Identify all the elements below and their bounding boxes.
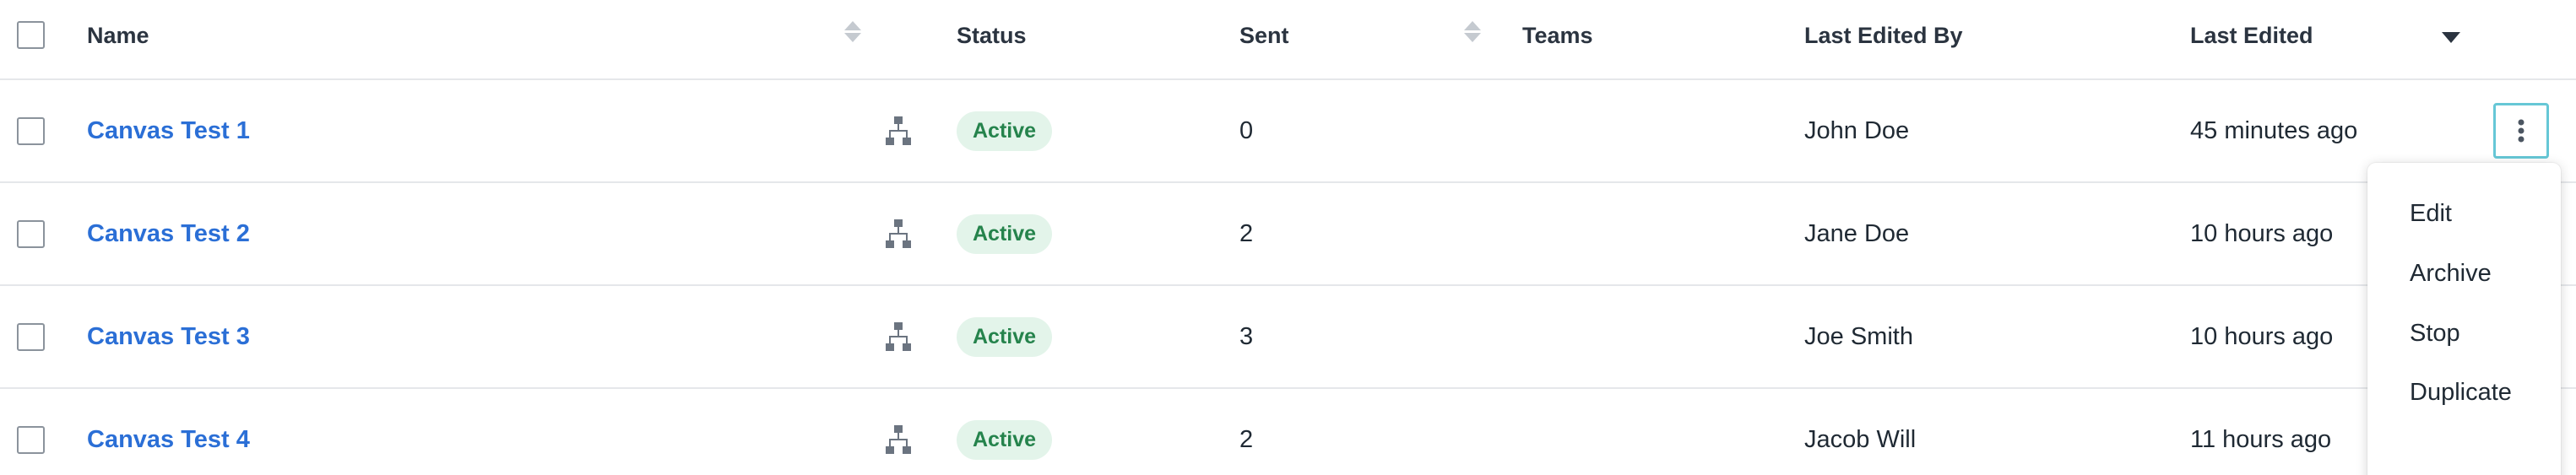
row-checkbox[interactable] — [17, 116, 45, 145]
header-teams[interactable]: Teams — [1522, 0, 1593, 78]
menu-item-stop[interactable]: Stop — [2410, 320, 2460, 348]
sort-icon[interactable] — [1464, 0, 1481, 78]
sent-count: 2 — [1239, 219, 1254, 247]
caret-down-icon[interactable] — [2442, 0, 2460, 78]
last-edited: 10 hours ago — [2190, 219, 2334, 247]
name-cell: Canvas Test 4 — [87, 389, 250, 475]
status-cell: Active — [957, 80, 1053, 181]
table-row[interactable]: Canvas Test 2 Active 2 Jane Doe 10 hours… — [0, 183, 2576, 286]
last-edited: 11 hours ago — [2190, 425, 2332, 453]
sent-count: 2 — [1239, 425, 1254, 453]
name-cell: Canvas Test 2 — [87, 183, 250, 284]
row-checkbox-cell — [17, 389, 45, 475]
menu-item-archive[interactable]: Archive — [2410, 260, 2492, 288]
table-row[interactable]: Canvas Test 1 Active 0 John Doe 45 minut… — [0, 80, 2576, 183]
status-cell: Active — [957, 183, 1053, 284]
row-actions-menu: Edit Archive Stop Duplicate — [2367, 163, 2561, 475]
row-checkbox[interactable] — [17, 425, 45, 454]
header-status[interactable]: Status — [957, 0, 1027, 78]
row-checkbox[interactable] — [17, 322, 45, 351]
status-badge: Active — [957, 213, 1053, 254]
canvas-name-link[interactable]: Canvas Test 2 — [87, 220, 250, 248]
last-edited-by: John Doe — [1804, 116, 1910, 144]
canvas-name-link[interactable]: Canvas Test 1 — [87, 117, 250, 145]
header-last-edited-by[interactable]: Last Edited By — [1804, 0, 1963, 78]
kebab-menu-button[interactable] — [2493, 103, 2549, 159]
hierarchy-icon — [886, 286, 911, 387]
header-last-edited[interactable]: Last Edited — [2190, 0, 2313, 78]
hierarchy-icon — [886, 389, 911, 475]
sent-count: 0 — [1239, 116, 1254, 144]
canvas-name-link[interactable]: Canvas Test 3 — [87, 323, 250, 351]
row-checkbox-cell — [17, 183, 45, 284]
last-edited-by: Jacob Will — [1804, 425, 1917, 453]
row-checkbox-cell — [17, 80, 45, 181]
status-cell: Active — [957, 389, 1053, 475]
name-cell: Canvas Test 1 — [87, 80, 250, 181]
menu-item-edit[interactable]: Edit — [2410, 200, 2452, 228]
kebab-menu-icon — [2518, 119, 2524, 143]
row-checkbox[interactable] — [17, 219, 45, 248]
last-edited-by: Jane Doe — [1804, 219, 1910, 247]
select-all-cell — [17, 0, 45, 78]
sort-icon[interactable] — [844, 0, 861, 78]
status-cell: Active — [957, 286, 1053, 387]
canvas-table: Name Status Sent Teams Last Edited By La… — [0, 0, 2576, 475]
sent-count: 3 — [1239, 322, 1254, 350]
header-name[interactable]: Name — [87, 0, 149, 78]
header-sent[interactable]: Sent — [1239, 0, 1289, 78]
canvas-name-link[interactable]: Canvas Test 4 — [87, 426, 250, 454]
last-edited: 10 hours ago — [2190, 322, 2334, 350]
status-badge: Active — [957, 111, 1053, 151]
row-checkbox-cell — [17, 286, 45, 387]
menu-item-duplicate[interactable]: Duplicate — [2410, 379, 2512, 407]
hierarchy-icon — [886, 80, 911, 181]
table-row[interactable]: Canvas Test 4 Active 2 Jacob Will 11 hou… — [0, 389, 2576, 475]
table-row[interactable]: Canvas Test 3 Active 3 Joe Smith 10 hour… — [0, 286, 2576, 389]
status-badge: Active — [957, 316, 1053, 357]
last-edited: 45 minutes ago — [2190, 116, 2358, 144]
select-all-checkbox[interactable] — [17, 21, 45, 49]
hierarchy-icon — [886, 183, 911, 284]
name-cell: Canvas Test 3 — [87, 286, 250, 387]
last-edited-by: Joe Smith — [1804, 322, 1913, 350]
status-badge: Active — [957, 419, 1053, 460]
table-header: Name Status Sent Teams Last Edited By La… — [0, 0, 2576, 80]
